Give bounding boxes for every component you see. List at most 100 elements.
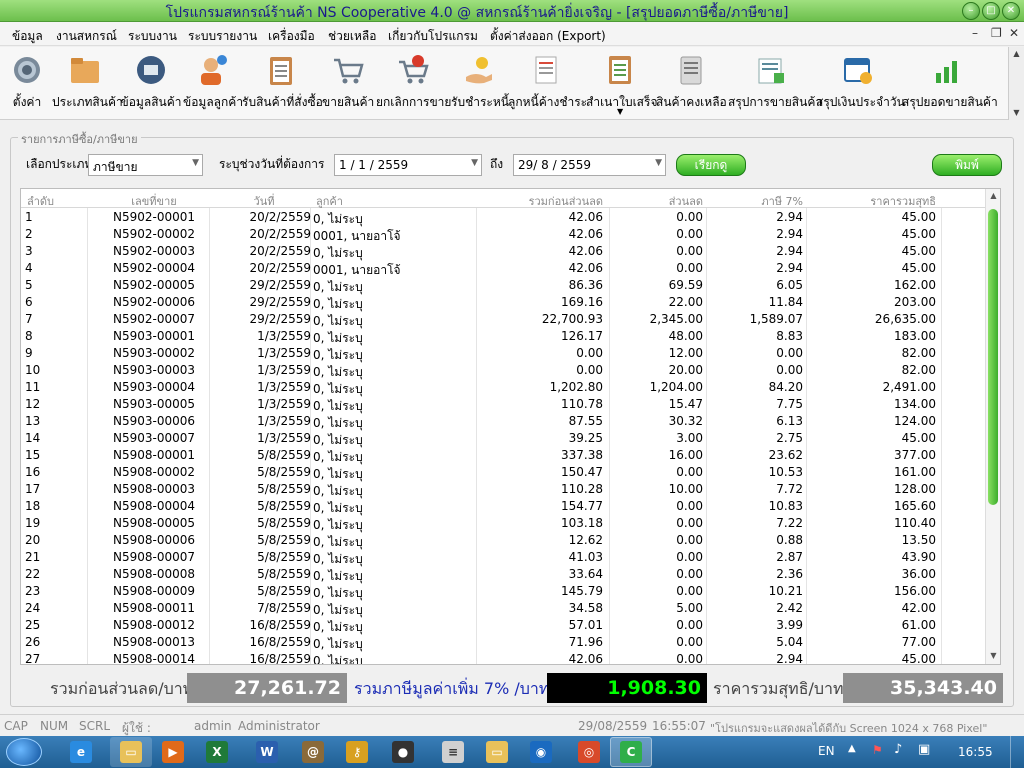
table-row[interactable]: 6 N5902-00006 29/2/2559 0, ไม่ระบุ 169.16 22.… <box>21 293 986 311</box>
menu-data[interactable]: ข้อมูล <box>12 27 43 46</box>
table-row[interactable]: 11 N5903-00004 1/3/2559 0, ไม่ระบุ 1,202.80 1… <box>21 378 986 396</box>
table-row[interactable]: 8 N5903-00001 1/3/2559 0, ไม่ระบุ 126.17 48.0… <box>21 327 986 345</box>
menu-system[interactable]: ระบบงาน <box>128 27 177 46</box>
table-row[interactable]: 17 N5908-00003 5/8/2559 0, ไม่ระบุ 110.28 10.… <box>21 480 986 498</box>
table-row[interactable]: 12 N5903-00005 1/3/2559 0, ไม่ระบุ 110.78 15.… <box>21 395 986 413</box>
toolbar-scroll[interactable]: ▲ ▼ <box>1008 47 1024 120</box>
toolbar-receive-debt[interactable]: รับชำระหนี้ <box>451 51 509 113</box>
cell-net-total: 203.00 <box>894 295 936 309</box>
toolbar-inventory[interactable]: สินค้าคงเหลือ <box>656 51 727 113</box>
to-date-picker[interactable]: 29/ 8 / 2559 ▼ <box>513 154 666 176</box>
key-icon[interactable]: ⚷ <box>346 741 368 763</box>
mdi-minimize-icon[interactable]: – <box>972 26 978 40</box>
search-button[interactable]: เรียกดู <box>676 154 746 176</box>
toolbar-label: สรุปการขายสินค้า <box>728 95 823 109</box>
app-icon[interactable]: @ <box>302 741 324 763</box>
cell-discount: 3.00 <box>676 431 703 445</box>
explorer-icon[interactable]: ▭ <box>120 741 142 763</box>
table-row[interactable]: 13 N5903-00006 1/3/2559 0, ไม่ระบุ 87.55 30.3… <box>21 412 986 430</box>
show-desktop-button[interactable] <box>1010 736 1024 768</box>
language-indicator[interactable]: EN <box>818 744 835 758</box>
table-row[interactable]: 18 N5908-00004 5/8/2559 0, ไม่ระบุ 154.77 0.0… <box>21 497 986 515</box>
table-row[interactable]: 20 N5908-00006 5/8/2559 0, ไม่ระบุ 12.62 0.00… <box>21 531 986 549</box>
cell-vat: 11.84 <box>768 295 803 309</box>
chrome-icon[interactable]: ◎ <box>578 741 600 763</box>
table-row[interactable]: 22 N5908-00008 5/8/2559 0, ไม่ระบุ 33.64 0.00… <box>21 565 986 583</box>
table-row[interactable]: 5 N5902-00005 29/2/2559 0, ไม่ระบุ 86.36 69.5… <box>21 276 986 294</box>
table-row[interactable]: 10 N5903-00003 1/3/2559 0, ไม่ระบุ 0.00 20.00… <box>21 361 986 379</box>
table-scrollbar[interactable]: ▲ ▼ <box>985 189 1000 664</box>
table-row[interactable]: 21 N5908-00007 5/8/2559 0, ไม่ระบุ 41.03 0.00… <box>21 548 986 566</box>
cell-total-before-discount: 42.06 <box>568 227 603 241</box>
toolbar-product-types[interactable]: ประเภทสินค้า <box>52 51 123 113</box>
camera-icon[interactable]: ● <box>392 741 414 763</box>
table-row[interactable]: 14 N5903-00007 1/3/2559 0, ไม่ระบุ 39.25 3.00… <box>21 429 986 447</box>
start-button[interactable] <box>6 738 42 766</box>
toolbar-sales-totals[interactable]: สรุปยอดขายสินค้า <box>902 51 998 113</box>
minimize-button[interactable]: – <box>962 2 980 20</box>
table-row[interactable]: 4 N5902-00004 20/2/2559 0001, นายอาโจ้ 42.06… <box>21 259 986 277</box>
tray-expand-icon[interactable]: ▲ <box>848 743 856 754</box>
mdi-restore-icon[interactable]: ❐ <box>991 26 1002 40</box>
table-row[interactable]: 25 N5908-00012 16/8/2559 0, ไม่ระบุ 57.01 0.0… <box>21 616 986 634</box>
table-row[interactable]: 15 N5908-00001 5/8/2559 0, ไม่ระบุ 337.38 16.… <box>21 446 986 464</box>
menu-about[interactable]: เกี่ยวกับโปรแกรม <box>388 27 478 46</box>
media-player-icon[interactable]: ▶ <box>162 741 184 763</box>
toolbar-settings[interactable]: ตั้งค่า <box>4 51 50 113</box>
cell-doc-no: N5902-00001 <box>112 210 196 224</box>
clock[interactable]: 16:55 <box>958 745 993 759</box>
cell-total-before-discount: 42.06 <box>568 244 603 258</box>
table-row[interactable]: 1 N5902-00001 20/2/2559 0, ไม่ระบุ 42.06 0.00… <box>21 208 986 226</box>
flag-icon[interactable]: ⚑ <box>872 743 883 757</box>
toolbar-sell-products[interactable]: ขายสินค้า <box>322 51 374 113</box>
menu-help[interactable]: ช่วยเหลือ <box>328 27 377 46</box>
table-row[interactable]: 19 N5908-00005 5/8/2559 0, ไม่ระบุ 103.18 0.0… <box>21 514 986 532</box>
toolbar-product-info[interactable]: ข้อมูลสินค้า <box>120 51 182 113</box>
table-row[interactable]: 24 N5908-00011 7/8/2559 0, ไม่ระบุ 34.58 5.00… <box>21 599 986 617</box>
toolbar-outstanding-debtors[interactable]: ลูกหนี้ค้างชำระ <box>508 51 587 113</box>
dropdown-arrow-icon[interactable]: ▼ <box>617 107 623 116</box>
toolbar-daily-cash[interactable]: สรุปเงินประจำวัน <box>816 51 905 113</box>
cell-total-before-discount: 110.28 <box>561 482 603 496</box>
mdi-close-icon[interactable]: ✕ <box>1009 26 1019 40</box>
toolbar-cancel-sale[interactable]: ยกเลิกการขาย <box>376 51 451 113</box>
scroll-thumb[interactable] <box>988 209 998 505</box>
network-icon[interactable]: ▣ <box>918 742 930 757</box>
cell-doc-no: N5903-00004 <box>112 380 196 394</box>
menu-tools[interactable]: เครื่องมือ <box>268 27 315 46</box>
table-row[interactable]: 27 N5908-00014 16/8/2559 0, ไม่ระบุ 42.06 0.0… <box>21 650 986 664</box>
table-row[interactable]: 7 N5902-00007 29/2/2559 0, ไม่ระบุ 22,700.93… <box>21 310 986 328</box>
toolbar-receive-orders[interactable]: รับสินค้าที่สั่งซื้อ <box>242 51 323 113</box>
word-icon[interactable]: W <box>256 741 278 763</box>
toolbar-sales-summary[interactable]: สรุปการขายสินค้า <box>728 51 823 113</box>
notepad-icon[interactable]: ≡ <box>442 741 464 763</box>
close-button[interactable]: ✕ <box>1002 2 1020 20</box>
table-row[interactable]: 3 N5902-00003 20/2/2559 0, ไม่ระบุ 42.06 0.00… <box>21 242 986 260</box>
maximize-button[interactable]: □ <box>982 2 1000 20</box>
menu-coop-work[interactable]: งานสหกรณ์ <box>56 27 117 46</box>
cell-total-before-discount: 145.79 <box>561 584 603 598</box>
scroll-up-icon[interactable]: ▲ <box>986 191 1000 200</box>
print-button[interactable]: พิมพ์ <box>932 154 1002 176</box>
menu-reports[interactable]: ระบบรายงาน <box>188 27 257 46</box>
toolbar-receipt-copy[interactable]: สำเนาใบเสร็จ ▼ <box>586 51 657 116</box>
menu-export-settings[interactable]: ตั้งค่าส่งออก (Export) <box>490 27 606 46</box>
folder-icon[interactable]: ▭ <box>486 741 508 763</box>
cell-total-before-discount: 41.03 <box>568 550 603 564</box>
ie-icon[interactable]: e <box>70 741 92 763</box>
table-row[interactable]: 23 N5908-00009 5/8/2559 0, ไม่ระบุ 145.79 0.0… <box>21 582 986 600</box>
payment-icon <box>466 57 492 84</box>
cell-seq: 18 <box>25 499 41 513</box>
browser-icon[interactable]: ◉ <box>530 741 552 763</box>
table-row[interactable]: 2 N5902-00002 20/2/2559 0001, นายอาโจ้ 42.06… <box>21 225 986 243</box>
from-date-picker[interactable]: 1 / 1 / 2559 ▼ <box>334 154 482 176</box>
scroll-down-icon[interactable]: ▼ <box>986 651 1000 660</box>
toolbar-customer-info[interactable]: ข้อมูลลูกค้า <box>183 51 243 113</box>
type-select[interactable]: ภาษีขาย ▼ <box>88 154 203 176</box>
coop-app-icon[interactable]: C <box>620 741 642 763</box>
table-row[interactable]: 16 N5908-00002 5/8/2559 0, ไม่ระบุ 150.47 0.0… <box>21 463 986 481</box>
excel-icon[interactable]: X <box>206 741 228 763</box>
table-row[interactable]: 9 N5903-00002 1/3/2559 0, ไม่ระบุ 0.00 12.00 0… <box>21 344 986 362</box>
table-row[interactable]: 26 N5908-00013 16/8/2559 0, ไม่ระบุ 71.96 0.0… <box>21 633 986 651</box>
volume-icon[interactable]: ♪ <box>894 742 902 757</box>
